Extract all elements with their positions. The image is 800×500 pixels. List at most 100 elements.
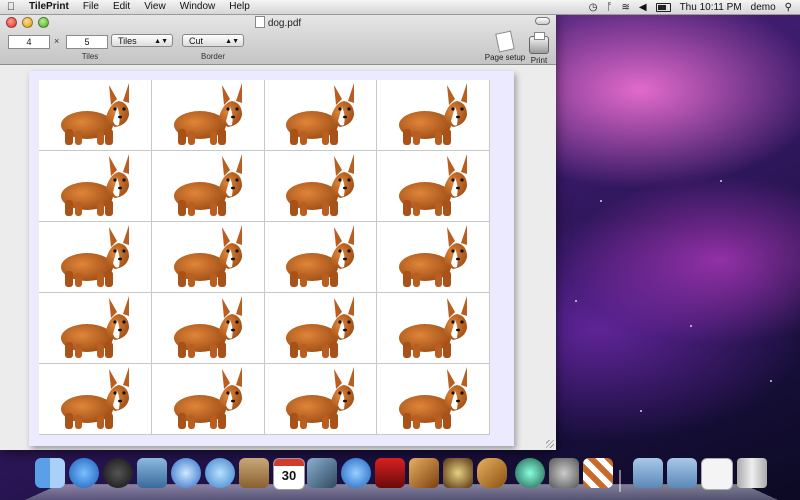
menu-window[interactable]: Window	[173, 0, 223, 14]
tile-cell	[151, 222, 265, 293]
tile-cell	[264, 80, 378, 151]
dock-separator	[619, 470, 621, 492]
rows-input[interactable]: 5	[66, 35, 108, 49]
volume-icon[interactable]: ◀	[639, 2, 647, 13]
system-preferences-icon[interactable]	[549, 458, 579, 488]
time-machine-icon[interactable]: ◷	[589, 2, 598, 13]
columns-input[interactable]: 4	[8, 35, 50, 49]
tile-cell	[377, 151, 490, 222]
corgi-illustration	[399, 225, 468, 287]
menu-app-name[interactable]: TilePrint	[22, 0, 76, 14]
menu-help[interactable]: Help	[222, 0, 257, 14]
corgi-illustration	[173, 83, 242, 145]
print-button[interactable]: Print	[528, 32, 550, 65]
popup-arrows-icon: ▲▼	[225, 38, 239, 45]
corgi-illustration	[173, 225, 242, 287]
imovie-icon[interactable]	[443, 458, 473, 488]
tile-cell	[264, 293, 378, 364]
mail-icon[interactable]	[137, 458, 167, 488]
photo-booth-icon[interactable]	[375, 458, 405, 488]
corgi-illustration	[173, 367, 242, 429]
apple-menu-icon[interactable]: 	[0, 1, 22, 13]
finder-icon[interactable]	[35, 458, 65, 488]
corgi-illustration	[173, 296, 242, 358]
border-label: Border	[200, 52, 225, 61]
preview-icon[interactable]	[409, 458, 439, 488]
bluetooth-icon[interactable]: ᚩ	[606, 2, 612, 13]
print-page	[29, 71, 514, 446]
tile-cell	[377, 293, 490, 364]
facetime-icon[interactable]	[205, 458, 235, 488]
resize-grip-icon[interactable]	[546, 440, 554, 448]
corgi-illustration	[60, 83, 129, 145]
tile-cell	[39, 364, 152, 435]
wifi-icon[interactable]: ≋	[621, 2, 629, 13]
page-setup-label: Page setup	[484, 53, 526, 62]
applications-folder-icon[interactable]	[633, 458, 663, 488]
tile-cell	[264, 222, 378, 293]
tile-cell	[151, 151, 265, 222]
corgi-illustration	[399, 83, 468, 145]
tile-cell	[151, 80, 265, 151]
downloads-stack-icon[interactable]	[701, 458, 733, 490]
dock: 30	[25, 452, 778, 500]
window-title: dog.pdf	[0, 16, 556, 29]
corgi-illustration	[60, 367, 129, 429]
app-store-icon[interactable]	[69, 458, 99, 488]
window-titlebar-toolbar[interactable]: dog.pdf 4 × 5 Tiles ▲▼ Cut ▲▼ Tiles Bord…	[0, 14, 556, 65]
corgi-illustration	[286, 83, 355, 145]
tile-cell	[39, 151, 152, 222]
corgi-illustration	[399, 367, 468, 429]
document-view[interactable]	[0, 65, 556, 450]
tile-cell	[377, 80, 490, 151]
menu-user[interactable]: demo	[751, 2, 776, 13]
page-setup-icon	[495, 30, 515, 53]
border-popup[interactable]: Cut ▲▼	[182, 34, 244, 47]
garageband-icon[interactable]	[477, 458, 507, 488]
dashboard-icon[interactable]	[103, 458, 133, 488]
trash-icon[interactable]	[737, 458, 767, 488]
tile-cell	[377, 222, 490, 293]
toolbar-toggle-button[interactable]	[535, 17, 550, 25]
pdf-document-icon	[254, 16, 265, 28]
border-popup-value: Cut	[189, 36, 204, 46]
mode-popup[interactable]: Tiles ▲▼	[111, 34, 173, 47]
tileprint-dock-icon[interactable]	[583, 458, 613, 488]
menu-view[interactable]: View	[137, 0, 173, 14]
iphoto-icon[interactable]	[307, 458, 337, 488]
menu-bar:  TilePrint File Edit View Window Help ◷…	[0, 0, 800, 15]
corgi-illustration	[286, 225, 355, 287]
tile-cell	[264, 364, 378, 435]
corgi-illustration	[60, 225, 129, 287]
menu-clock[interactable]: Thu 10:11 PM	[680, 2, 742, 13]
corgi-illustration	[286, 296, 355, 358]
address-book-icon[interactable]	[239, 458, 269, 488]
mode-popup-value: Tiles	[118, 36, 137, 46]
battery-icon[interactable]	[655, 2, 671, 12]
printer-icon	[529, 32, 549, 54]
print-label: Print	[530, 56, 548, 65]
corgi-illustration	[60, 154, 129, 216]
times-symbol: ×	[54, 36, 60, 46]
time-machine-dock-icon[interactable]	[515, 458, 545, 488]
itunes-icon[interactable]	[341, 458, 371, 488]
menu-file[interactable]: File	[76, 0, 106, 14]
corgi-illustration	[286, 367, 355, 429]
tile-cell	[39, 80, 152, 151]
corgi-illustration	[60, 296, 129, 358]
tile-cell	[39, 293, 152, 364]
spotlight-search-icon[interactable]: ⚲	[785, 2, 792, 13]
calendar-icon[interactable]: 30	[273, 458, 305, 490]
corgi-illustration	[173, 154, 242, 216]
tile-cell	[151, 293, 265, 364]
tile-cell	[39, 222, 152, 293]
page-setup-button[interactable]: Page setup	[484, 30, 526, 62]
menu-edit[interactable]: Edit	[106, 0, 137, 14]
tile-grid	[39, 80, 490, 435]
documents-folder-icon[interactable]	[667, 458, 697, 488]
safari-icon[interactable]	[171, 458, 201, 488]
document-window: dog.pdf 4 × 5 Tiles ▲▼ Cut ▲▼ Tiles Bord…	[0, 14, 556, 450]
popup-arrows-icon: ▲▼	[154, 38, 168, 45]
corgi-illustration	[399, 154, 468, 216]
corgi-illustration	[286, 154, 355, 216]
